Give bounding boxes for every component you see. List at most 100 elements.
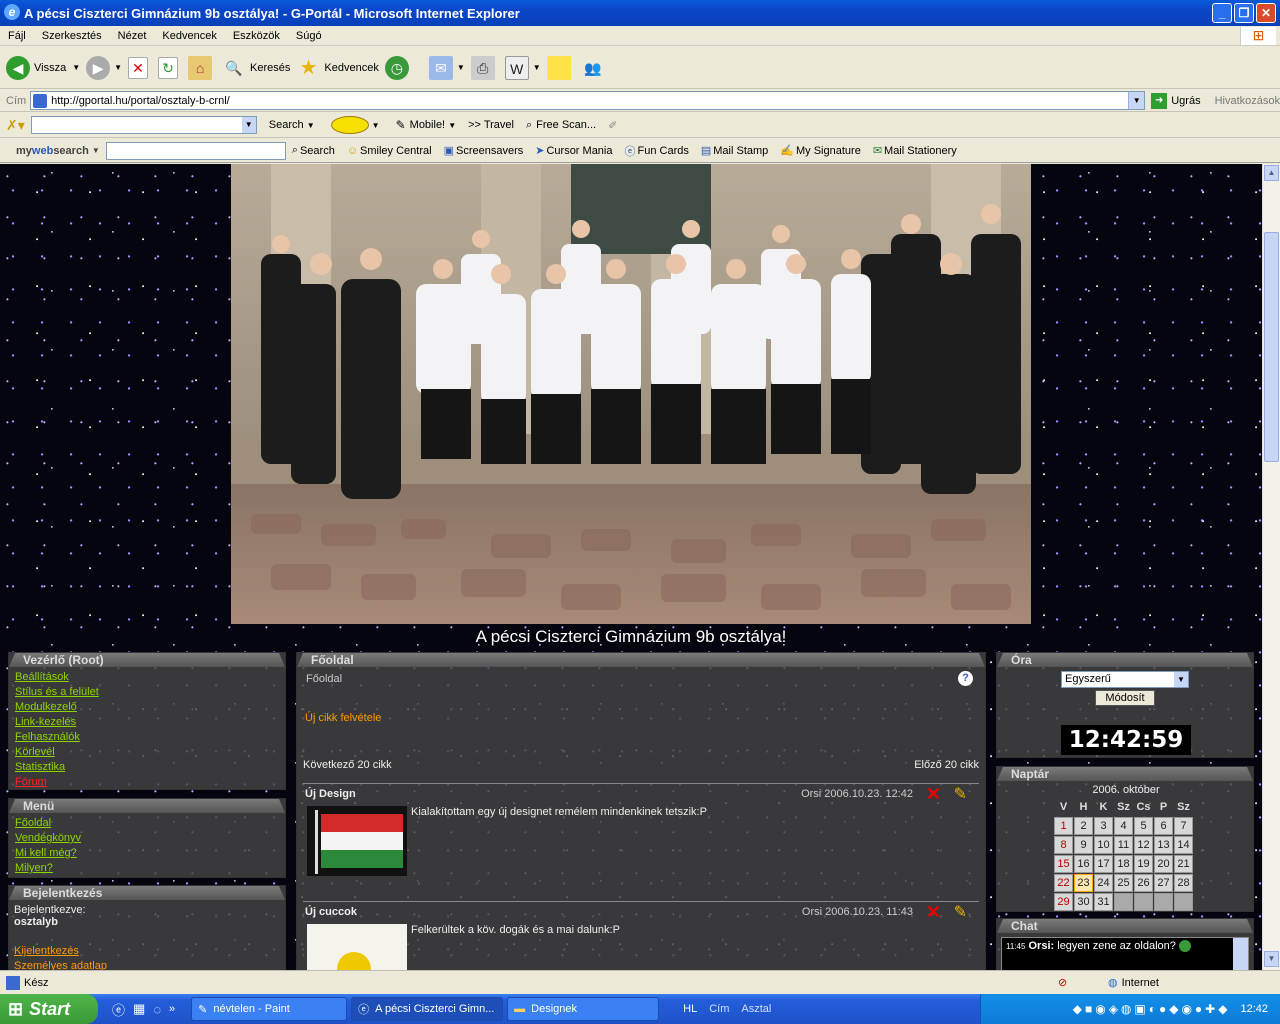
popup-blocked-icon[interactable]: ⊘ bbox=[1058, 976, 1067, 989]
menu-item-how[interactable]: Milyen? bbox=[15, 861, 81, 876]
calendar-day[interactable]: 31 bbox=[1094, 893, 1113, 911]
messenger-button[interactable]: 👥 bbox=[581, 56, 609, 80]
link-users[interactable]: Felhasználók bbox=[15, 730, 99, 745]
history-button[interactable]: ◷ bbox=[384, 55, 413, 80]
address-toolbar-label[interactable]: Cím bbox=[709, 1003, 729, 1015]
menu-view[interactable]: Nézet bbox=[110, 30, 155, 42]
calendar-day[interactable]: 1 bbox=[1054, 817, 1073, 835]
edit-pencil-icon[interactable]: ✎ bbox=[954, 902, 967, 922]
address-input[interactable]: http://gportal.hu/portal/osztaly-b-crnl/… bbox=[30, 91, 1146, 110]
calendar-day[interactable]: 28 bbox=[1174, 874, 1193, 892]
scroll-up-icon[interactable]: ▲ bbox=[1264, 165, 1279, 181]
scroll-thumb[interactable] bbox=[1264, 232, 1279, 462]
pen-icon[interactable]: ✐ bbox=[608, 119, 617, 132]
mywebsearch-logo[interactable]: my web search ▼ bbox=[16, 145, 100, 157]
link-forum[interactable]: Fórum bbox=[15, 775, 99, 790]
notes-button[interactable] bbox=[546, 55, 575, 80]
article-title[interactable]: Új cuccok bbox=[305, 906, 357, 918]
edit-pencil-icon[interactable]: ✎ bbox=[954, 784, 967, 804]
cursor-mania-button[interactable]: ➤ Cursor Mania bbox=[535, 144, 612, 158]
toolbar-logo-icon[interactable]: ✗▾ bbox=[6, 117, 25, 134]
chat-log[interactable]: 11:45 Orsi: legyen zene az oldalon? bbox=[1001, 937, 1249, 970]
delete-icon[interactable]: ✕ bbox=[926, 784, 941, 805]
back-button[interactable]: ◀ Vissza ▼ bbox=[6, 55, 80, 80]
security-zone[interactable]: ◍ Internet bbox=[1108, 976, 1159, 990]
edit-button[interactable]: W ▼ bbox=[504, 55, 541, 80]
calendar-day[interactable]: 7 bbox=[1174, 817, 1193, 835]
calendar-day[interactable]: 12 bbox=[1134, 836, 1153, 854]
prev-20-link[interactable]: Előző 20 cikk bbox=[914, 759, 979, 771]
calendar-day[interactable]: 16 bbox=[1074, 855, 1093, 873]
new-article-link[interactable]: Új cikk felvétele bbox=[305, 711, 381, 726]
link-style[interactable]: Stílus és a felület bbox=[15, 685, 99, 700]
mywebsearch-search-button[interactable]: ⌕ Search bbox=[292, 144, 335, 157]
address-dropdown-icon[interactable]: ▼ bbox=[1128, 92, 1145, 109]
smiley-central-button[interactable]: ☺ Smiley Central bbox=[347, 145, 432, 157]
go-button[interactable]: ➜ Ugrás bbox=[1151, 92, 1201, 109]
desktop-toolbar-label[interactable]: Asztal bbox=[741, 1003, 771, 1015]
tray-clock[interactable]: 12:42 bbox=[1240, 1003, 1268, 1015]
close-button[interactable]: ✕ bbox=[1256, 3, 1276, 23]
links-label[interactable]: Hivatkozások bbox=[1215, 95, 1280, 107]
start-button[interactable]: ⊞ Start bbox=[0, 994, 98, 1024]
personal-data-link[interactable]: Személyes adatlap bbox=[14, 959, 107, 970]
menu-item-what-else[interactable]: Mi kell még? bbox=[15, 846, 81, 861]
menu-item-guestbook[interactable]: Vendégkönyv bbox=[15, 831, 81, 846]
my-signature-button[interactable]: ✍ My Signature bbox=[780, 144, 861, 158]
home-button[interactable]: ⌂ bbox=[188, 55, 216, 80]
minimize-button[interactable]: _ bbox=[1212, 3, 1232, 23]
calendar-day[interactable]: 15 bbox=[1054, 855, 1073, 873]
clock-style-select[interactable]: Egyszerű ▼ bbox=[1061, 671, 1189, 688]
calendar-day[interactable]: 24 bbox=[1094, 874, 1113, 892]
calendar-day-today[interactable]: 23 bbox=[1074, 874, 1093, 892]
task-ie[interactable]: ⓔ A pécsi Ciszterci Gimn... bbox=[351, 997, 504, 1021]
calendar-day[interactable]: 19 bbox=[1134, 855, 1153, 873]
link-newsletter[interactable]: Körlevél bbox=[15, 745, 99, 760]
search-button[interactable]: 🔍 Keresés bbox=[222, 56, 290, 80]
delete-icon[interactable]: ✕ bbox=[926, 902, 941, 923]
menu-item-home[interactable]: Főoldal bbox=[15, 816, 81, 831]
calendar-day[interactable]: 8 bbox=[1054, 836, 1073, 854]
calendar-day[interactable]: 20 bbox=[1154, 855, 1173, 873]
calendar-day[interactable]: 11 bbox=[1114, 836, 1133, 854]
modify-button[interactable]: Módosít bbox=[1095, 690, 1155, 706]
calendar-day[interactable]: 10 bbox=[1094, 836, 1113, 854]
calendar-day[interactable]: 25 bbox=[1114, 874, 1133, 892]
menu-favorites[interactable]: Kedvencek bbox=[154, 30, 224, 42]
calendar-day[interactable]: 9 bbox=[1074, 836, 1093, 854]
favorites-button[interactable]: ★ Kedvencek bbox=[296, 56, 378, 80]
calendar-day[interactable]: 27 bbox=[1154, 874, 1173, 892]
scroll-down-icon[interactable]: ▼ bbox=[1264, 951, 1279, 967]
link-statistics[interactable]: Statisztika bbox=[15, 760, 99, 775]
outlook-quicklaunch-icon[interactable]: ◌ bbox=[153, 1002, 161, 1017]
page-scrollbar[interactable]: ▲ ▼ bbox=[1262, 164, 1280, 970]
calendar-day[interactable]: 29 bbox=[1054, 893, 1073, 911]
maximize-button[interactable]: ❐ bbox=[1234, 3, 1254, 23]
link-settings[interactable]: Beállítások bbox=[15, 670, 99, 685]
stop-button[interactable]: ✕ bbox=[128, 56, 152, 79]
mail-stationery-button[interactable]: ✉ Mail Stationery bbox=[873, 144, 957, 158]
link-links[interactable]: Link-kezelés bbox=[15, 715, 99, 730]
toolbar-search-button[interactable]: Search ▼ bbox=[269, 119, 315, 131]
calendar-day[interactable]: 14 bbox=[1174, 836, 1193, 854]
menu-tools[interactable]: Eszközök bbox=[225, 30, 288, 42]
next-20-link[interactable]: Következő 20 cikk bbox=[303, 759, 392, 771]
calendar-day[interactable]: 6 bbox=[1154, 817, 1173, 835]
calendar-day[interactable]: 13 bbox=[1154, 836, 1173, 854]
calendar-day[interactable]: 21 bbox=[1174, 855, 1193, 873]
calendar-day[interactable]: 5 bbox=[1134, 817, 1153, 835]
screensavers-button[interactable]: ▣ Screensavers bbox=[444, 144, 524, 158]
calendar-day[interactable]: 18 bbox=[1114, 855, 1133, 873]
free-scan-button[interactable]: ⌕ Free Scan... bbox=[526, 119, 596, 132]
menu-edit[interactable]: Szerkesztés bbox=[34, 30, 110, 42]
smiley-toolbar-button[interactable]: ▼ bbox=[330, 116, 380, 134]
calendar-day[interactable]: 3 bbox=[1094, 817, 1113, 835]
calendar-day[interactable]: 2 bbox=[1074, 817, 1093, 835]
article-title[interactable]: Új Design bbox=[305, 788, 356, 800]
quicklaunch-more-icon[interactable]: » bbox=[169, 1003, 175, 1015]
task-folder[interactable]: ▬ Designek bbox=[507, 997, 660, 1021]
chat-scrollbar[interactable] bbox=[1233, 938, 1248, 970]
excel-quicklaunch-icon[interactable]: ▦ bbox=[133, 1001, 145, 1017]
calendar-day[interactable]: 30 bbox=[1074, 893, 1093, 911]
ie-quicklaunch-icon[interactable]: ⓔ bbox=[112, 1000, 125, 1019]
